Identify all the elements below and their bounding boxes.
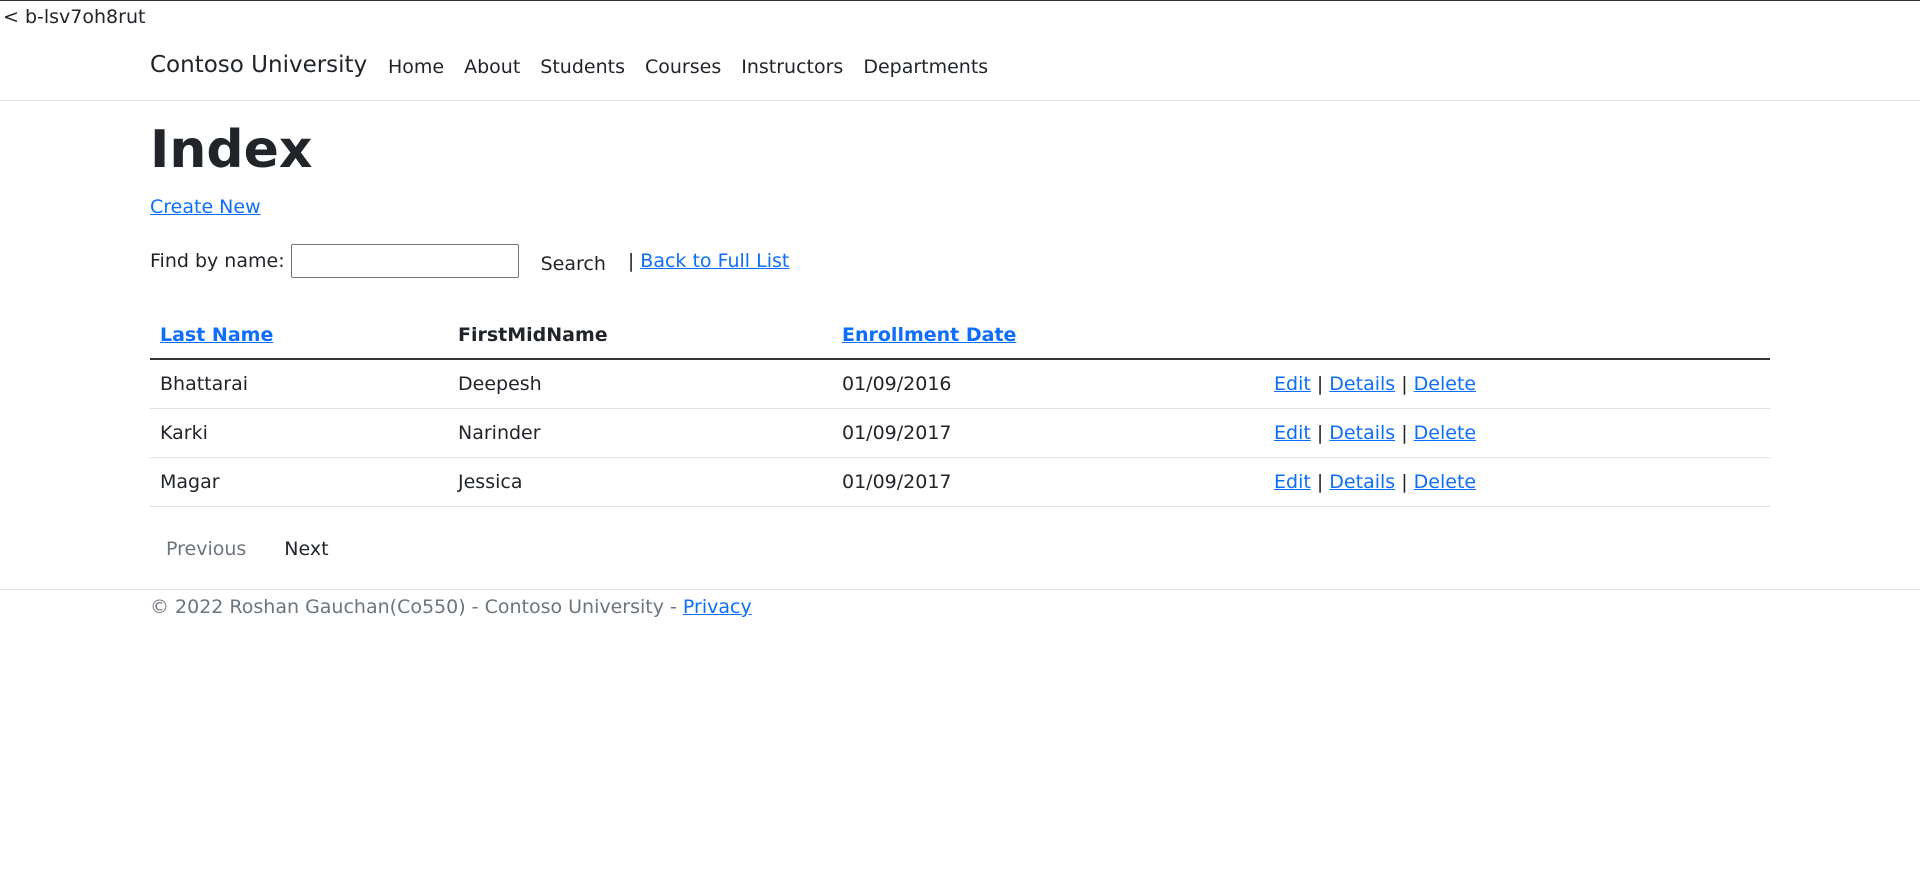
delete-link[interactable]: Delete: [1414, 422, 1476, 444]
search-form: Find by name: Search | Back to Full List: [150, 244, 789, 278]
cell-first-name: Jessica: [448, 457, 832, 507]
cell-actions: Edit | Details | Delete: [1264, 457, 1770, 507]
action-separator: |: [1401, 471, 1408, 493]
back-to-full-list-link[interactable]: Back to Full List: [640, 250, 789, 272]
cell-last-name: Bhattarai: [150, 359, 448, 409]
action-separator: |: [1316, 471, 1324, 493]
cell-last-name: Magar: [150, 457, 448, 507]
sort-enrollment-date-link[interactable]: Enrollment Date: [842, 324, 1016, 346]
next-button[interactable]: Next: [284, 538, 328, 560]
action-separator: |: [1316, 373, 1324, 395]
edit-link[interactable]: Edit: [1274, 471, 1311, 493]
footer-copyright: © 2022 Roshan Gauchan(Co550) - Contoso U…: [150, 596, 683, 618]
header-actions: [1264, 310, 1770, 360]
details-link[interactable]: Details: [1329, 373, 1395, 395]
previous-button: Previous: [166, 538, 247, 560]
students-table: Last Name FirstMidName Enrollment Date B…: [150, 310, 1770, 507]
table-row: Karki Narinder 01/09/2017 Edit | Details…: [150, 408, 1770, 458]
nav-courses[interactable]: Courses: [645, 56, 721, 78]
search-button[interactable]: Search: [541, 253, 606, 275]
navbar: Contoso University Home About Students C…: [0, 0, 1920, 101]
delete-link[interactable]: Delete: [1414, 471, 1476, 493]
nav-departments[interactable]: Departments: [863, 56, 988, 78]
edit-link[interactable]: Edit: [1274, 422, 1311, 444]
cell-last-name: Karki: [150, 408, 448, 458]
table-row: Bhattarai Deepesh 01/09/2016 Edit | Deta…: [150, 359, 1770, 409]
action-separator: |: [1401, 373, 1408, 395]
cell-enrollment-date: 01/09/2017: [832, 408, 1264, 458]
delete-link[interactable]: Delete: [1414, 373, 1476, 395]
cell-enrollment-date: 01/09/2016: [832, 359, 1264, 409]
footer: © 2022 Roshan Gauchan(Co550) - Contoso U…: [0, 589, 1920, 618]
search-input[interactable]: [290, 244, 519, 278]
cell-actions: Edit | Details | Delete: [1264, 359, 1770, 409]
action-separator: |: [1401, 422, 1408, 444]
cell-enrollment-date: 01/09/2017: [832, 457, 1264, 507]
page-title: Index: [150, 120, 313, 180]
cell-first-name: Narinder: [448, 408, 832, 458]
table-header-row: Last Name FirstMidName Enrollment Date: [150, 310, 1770, 360]
nav-instructors[interactable]: Instructors: [741, 56, 843, 78]
header-enrollment-date: Enrollment Date: [832, 310, 1264, 360]
details-link[interactable]: Details: [1329, 471, 1395, 493]
cell-first-name: Deepesh: [448, 359, 832, 409]
create-new-link[interactable]: Create New: [150, 196, 261, 218]
nav-home[interactable]: Home: [388, 56, 444, 78]
brand-link[interactable]: Contoso University: [150, 52, 367, 78]
nav-menu: Home About Students Courses Instructors …: [388, 56, 1008, 78]
cell-actions: Edit | Details | Delete: [1264, 408, 1770, 458]
details-link[interactable]: Details: [1329, 422, 1395, 444]
frame-id-label: < b-lsv7oh8rut: [3, 6, 146, 28]
nav-students[interactable]: Students: [540, 56, 625, 78]
header-last-name: Last Name: [150, 310, 448, 360]
edit-link[interactable]: Edit: [1274, 373, 1311, 395]
search-label: Find by name:: [150, 250, 285, 272]
search-separator: |: [627, 250, 635, 272]
action-separator: |: [1316, 422, 1324, 444]
header-first-mid-name: FirstMidName: [448, 310, 832, 360]
privacy-link[interactable]: Privacy: [683, 596, 752, 618]
footer-text-container: © 2022 Roshan Gauchan(Co550) - Contoso U…: [150, 596, 752, 618]
table-row: Magar Jessica 01/09/2017 Edit | Details …: [150, 457, 1770, 507]
pagination: Previous Next: [166, 538, 329, 560]
nav-about[interactable]: About: [464, 56, 520, 78]
sort-last-name-link[interactable]: Last Name: [160, 324, 273, 346]
